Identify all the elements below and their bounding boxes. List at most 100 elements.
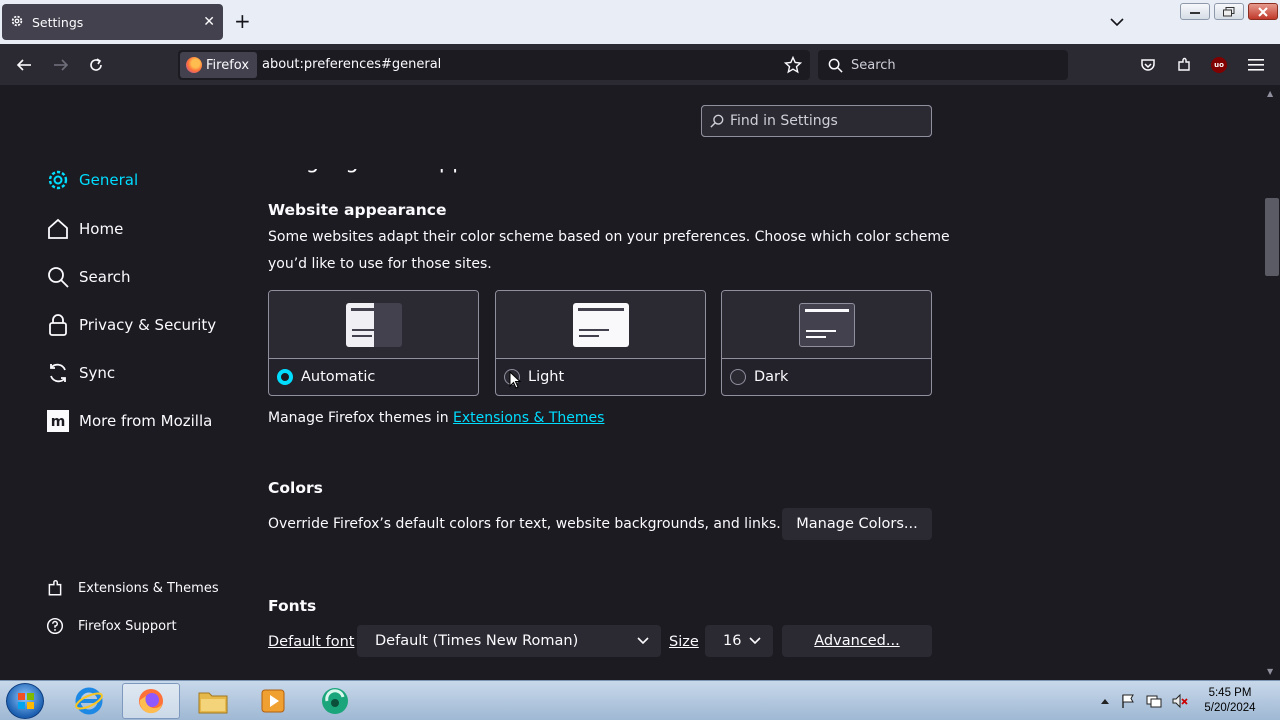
list-all-tabs-icon[interactable] [1110, 12, 1124, 31]
app-taskbar-icon[interactable] [306, 683, 364, 719]
manage-themes-prefix: Manage Firefox themes in [268, 410, 454, 426]
scheme-preview [722, 291, 931, 359]
media-player-icon[interactable] [244, 683, 302, 719]
identity-label: Firefox [206, 57, 250, 73]
search-bar[interactable]: Search [818, 50, 1068, 80]
help-icon [46, 617, 64, 635]
forward-icon[interactable] [50, 54, 72, 76]
scroll-up-icon[interactable]: ▲ [1267, 89, 1273, 98]
sticky-header-mask [250, 137, 1250, 169]
back-icon[interactable] [13, 54, 35, 76]
taskbar-clock[interactable]: 5:45 PM 5/20/2024 [1196, 686, 1264, 716]
search-icon [46, 265, 70, 289]
scheme-radio-row[interactable]: Dark [722, 359, 931, 395]
internet-explorer-icon[interactable] [60, 683, 118, 719]
scroll-down-icon[interactable]: ▼ [1267, 667, 1273, 676]
scheme-label: Automatic [301, 369, 376, 385]
system-tray [1100, 693, 1188, 713]
firefox-taskbar-icon[interactable] [122, 683, 180, 719]
settings-page: Find in Settings General Home Search Pri… [0, 85, 1280, 680]
category-more-from-mozilla[interactable]: m More from Mozilla [46, 409, 212, 433]
scheme-option-light[interactable]: Light [495, 290, 706, 396]
taskbar: 5:45 PM 5/20/2024 [0, 680, 1280, 720]
footer-extensions-themes-link[interactable]: Extensions & Themes [46, 579, 219, 597]
close-window-button[interactable] [1248, 3, 1278, 20]
gear-icon [10, 13, 24, 32]
window-preview-icon [798, 303, 855, 347]
default-font-select[interactable]: Default (Times New Roman) [357, 625, 661, 657]
category-label: Privacy & Security [79, 316, 217, 334]
url-text[interactable]: about:preferences#general [262, 57, 441, 72]
chevron-down-icon [637, 637, 649, 645]
volume-muted-icon[interactable] [1172, 693, 1188, 713]
find-in-settings-input-overlay[interactable]: Find in Settings [701, 105, 932, 137]
manage-colors-button[interactable]: Manage Colors... [782, 508, 932, 540]
window-preview-icon [572, 303, 629, 347]
scheme-option-dark[interactable]: Dark [721, 290, 932, 396]
website-appearance-description-1: Some websites adapt their color scheme b… [268, 229, 950, 245]
footer-link-label: Firefox Support [78, 618, 177, 634]
font-size-select[interactable]: 16 [705, 625, 773, 657]
title-bar: Settings ✕ + [0, 0, 1280, 44]
search-icon [710, 114, 724, 128]
menu-icon[interactable] [1246, 55, 1266, 75]
font-size-value: 16 [723, 633, 742, 649]
category-label: Sync [79, 364, 116, 382]
colors-heading: Colors [268, 479, 323, 497]
radio-automatic[interactable] [277, 369, 293, 385]
category-label: General [79, 171, 139, 189]
default-font-value: Default (Times New Roman) [375, 633, 579, 649]
extensions-icon[interactable] [1174, 55, 1194, 75]
pocket-icon[interactable] [1138, 55, 1158, 75]
footer-firefox-support-link[interactable]: Firefox Support [46, 617, 177, 635]
svg-text:m: m [51, 414, 66, 430]
chevron-down-icon [749, 637, 761, 645]
tab-close-icon[interactable]: ✕ [203, 14, 215, 30]
ublock-icon[interactable]: uo [1209, 55, 1229, 75]
category-label: More from Mozilla [79, 412, 213, 430]
scheme-label: Dark [754, 369, 789, 385]
bookmark-star-icon[interactable] [783, 55, 803, 78]
new-tab-icon[interactable]: + [234, 11, 251, 31]
mouse-cursor-icon [509, 371, 521, 389]
page-scrollbar[interactable]: ▲ ▼ [1263, 85, 1280, 680]
category-home[interactable]: Home [46, 217, 123, 241]
file-explorer-icon[interactable] [184, 683, 242, 719]
category-general[interactable]: General [46, 168, 138, 192]
colors-description: Override Firefox’s default colors for te… [268, 516, 781, 532]
advanced-fonts-button[interactable]: Advanced... [782, 625, 932, 657]
identity-box[interactable]: Firefox [180, 52, 258, 78]
minimize-button[interactable] [1180, 3, 1210, 20]
action-center-flag-icon[interactable] [1120, 693, 1136, 713]
category-sync[interactable]: Sync [46, 361, 115, 385]
lock-icon [46, 313, 70, 337]
scheme-preview [269, 291, 478, 359]
tab-title: Settings [32, 14, 84, 30]
category-search[interactable]: Search [46, 265, 131, 289]
firefox-logo-icon [186, 57, 202, 73]
scrollbar-thumb[interactable] [1265, 198, 1279, 276]
default-font-label: Default font [268, 634, 355, 650]
scheme-radio-row[interactable]: Light [496, 359, 705, 395]
category-label: Home [79, 220, 124, 238]
fonts-heading: Fonts [268, 597, 317, 615]
puzzle-icon [46, 579, 64, 597]
category-label: Search [79, 268, 131, 286]
website-appearance-description-2: you’d like to use for those sites. [268, 256, 492, 272]
scheme-label: Light [528, 369, 565, 385]
clock-time: 5:45 PM [1208, 687, 1252, 699]
tab-settings[interactable]: Settings ✕ [2, 4, 223, 40]
manage-themes-text: Manage Firefox themes in Extensions & Th… [268, 405, 604, 432]
extensions-themes-link[interactable]: Extensions & Themes [453, 410, 604, 426]
reload-icon[interactable] [85, 54, 107, 76]
restore-button[interactable] [1214, 3, 1244, 20]
website-appearance-heading: Website appearance [268, 201, 447, 219]
scheme-preview [496, 291, 705, 359]
scheme-radio-row[interactable]: Automatic [269, 359, 478, 395]
radio-dark[interactable] [730, 369, 746, 385]
network-icon[interactable] [1146, 693, 1162, 713]
category-privacy-security[interactable]: Privacy & Security [46, 313, 216, 337]
start-button[interactable] [6, 683, 44, 719]
scheme-option-automatic[interactable]: Automatic [268, 290, 479, 396]
show-hidden-icons-icon[interactable] [1100, 693, 1110, 713]
